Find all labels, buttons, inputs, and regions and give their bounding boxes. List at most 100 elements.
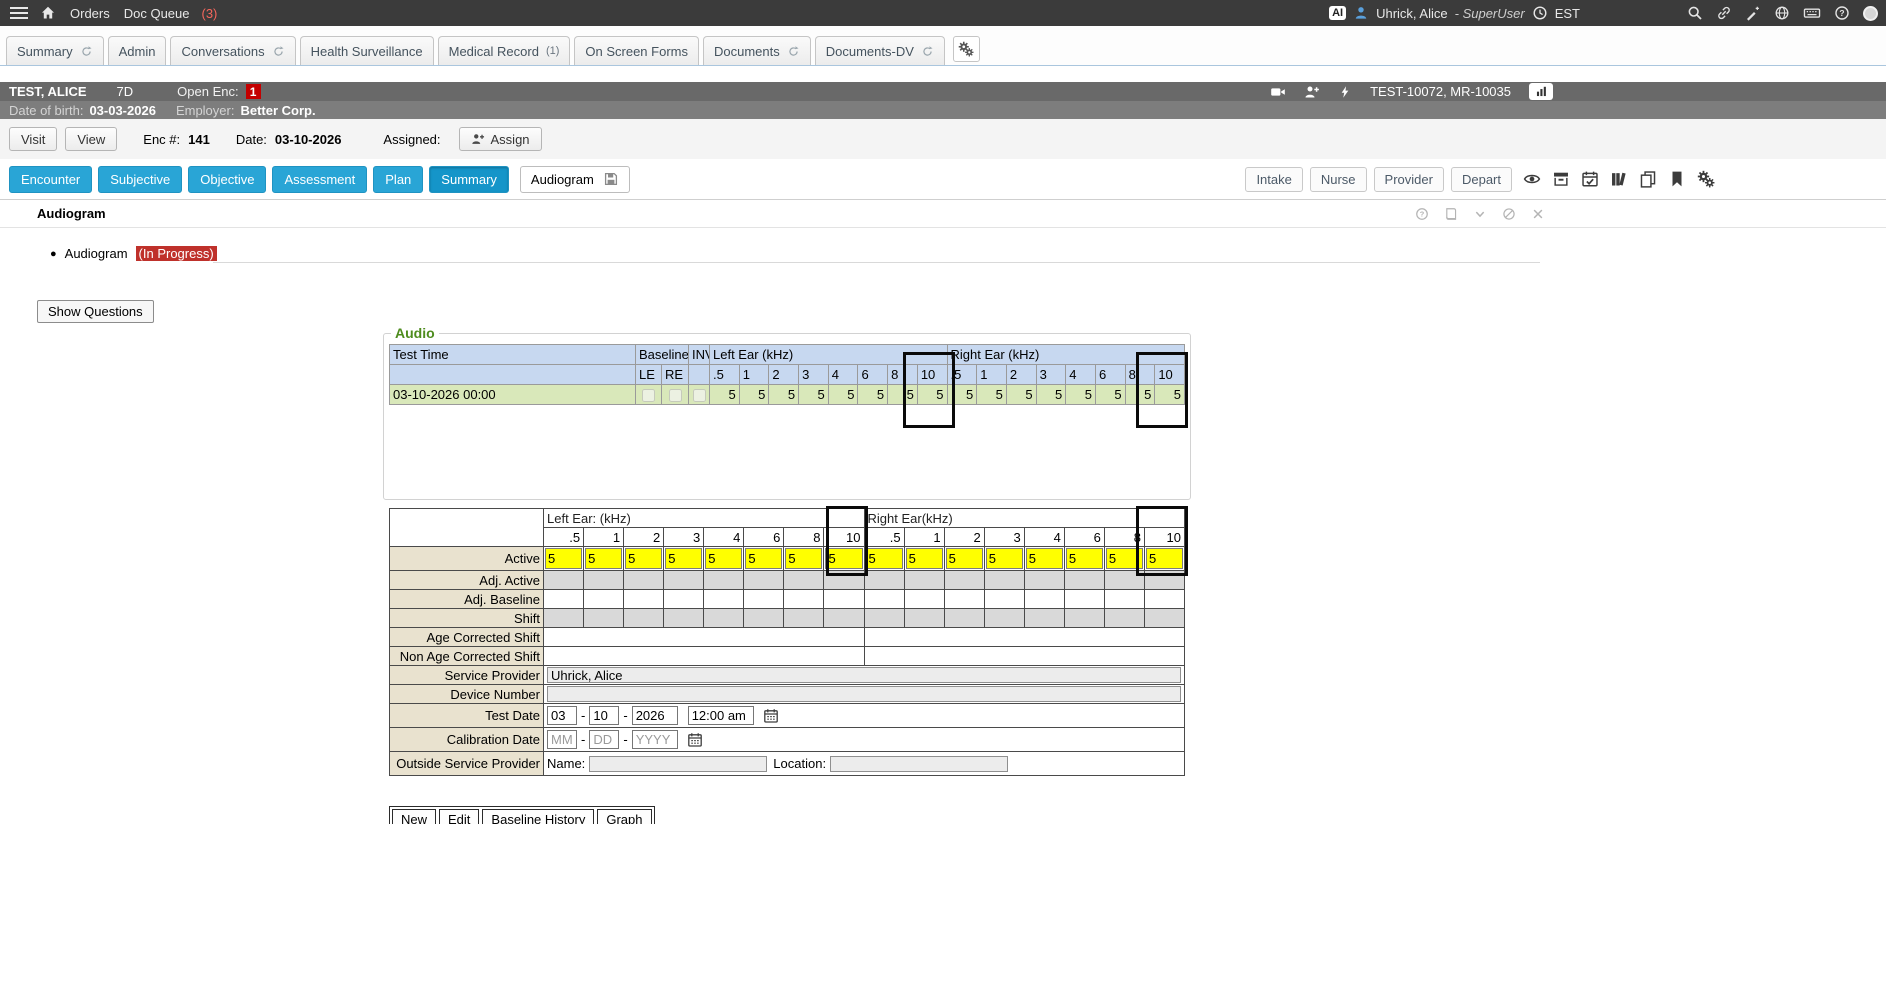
book-icon[interactable]	[1444, 207, 1458, 221]
depart-button[interactable]: Depart	[1451, 167, 1512, 192]
active-cell-input[interactable]	[705, 548, 742, 569]
freq-header: 10	[1144, 528, 1184, 547]
summary-button[interactable]: Summary	[429, 166, 509, 193]
copy-icon[interactable]	[1639, 170, 1657, 188]
refresh-icon[interactable]	[921, 45, 934, 58]
new-button[interactable]: New	[392, 809, 436, 824]
subjective-button[interactable]: Subjective	[98, 166, 182, 193]
test-time-input[interactable]	[688, 706, 754, 725]
open-enc-badge[interactable]: 1	[246, 84, 261, 99]
help-icon[interactable]: ?	[1834, 5, 1850, 21]
outside-location-input[interactable]	[830, 756, 1008, 772]
test-date-day-input[interactable]	[589, 706, 619, 725]
calendar-check-icon[interactable]	[1581, 170, 1599, 188]
active-cell-input[interactable]	[585, 548, 622, 569]
active-cell-input[interactable]	[745, 548, 782, 569]
globe-icon[interactable]	[1774, 5, 1790, 21]
intake-button[interactable]: Intake	[1245, 167, 1302, 192]
ai-badge[interactable]: AI	[1329, 6, 1346, 20]
assign-button-label: Assign	[491, 132, 530, 147]
wand-icon[interactable]	[1745, 5, 1761, 21]
audiogram-document-tab[interactable]: Audiogram	[520, 166, 630, 193]
active-cell-input[interactable]	[545, 548, 582, 569]
objective-button[interactable]: Objective	[188, 166, 266, 193]
tab-settings-button[interactable]	[953, 36, 980, 62]
active-cell-input[interactable]	[906, 548, 943, 569]
plan-button[interactable]: Plan	[373, 166, 423, 193]
bookmark-icon[interactable]	[1668, 170, 1686, 188]
active-cell-input[interactable]	[1146, 548, 1183, 569]
baseline-history-button[interactable]: Baseline History	[482, 809, 594, 824]
menu-item-orders[interactable]: Orders	[70, 6, 110, 21]
assessment-button[interactable]: Assessment	[272, 166, 367, 193]
test-date-year-input[interactable]	[632, 706, 678, 725]
calibration-month-input[interactable]	[547, 730, 577, 749]
active-cell-input[interactable]	[825, 548, 862, 569]
active-cell-input[interactable]	[1066, 548, 1103, 569]
doc-queue-count: (3)	[202, 6, 218, 21]
tab-admin[interactable]: Admin	[108, 36, 167, 65]
active-cell-input[interactable]	[1106, 548, 1143, 569]
eye-icon[interactable]	[1523, 170, 1541, 188]
video-camera-icon[interactable]	[1270, 84, 1286, 100]
device-number-field[interactable]	[547, 686, 1181, 702]
tab-documents[interactable]: Documents	[703, 36, 811, 65]
audiogram-item-link[interactable]: Audiogram	[65, 246, 128, 261]
active-cell-input[interactable]	[1026, 548, 1063, 569]
archive-icon[interactable]	[1552, 170, 1570, 188]
right-value: 5	[1066, 385, 1096, 405]
outside-name-input[interactable]	[589, 756, 767, 772]
baseline-re-checkbox[interactable]	[669, 389, 682, 402]
tab-documents-dv[interactable]: Documents-DV	[815, 36, 945, 65]
chart-button[interactable]	[1529, 83, 1553, 100]
active-cell-input[interactable]	[665, 548, 702, 569]
visit-button[interactable]: Visit	[9, 127, 57, 151]
active-cell-input[interactable]	[946, 548, 983, 569]
active-cell-input[interactable]	[625, 548, 662, 569]
bolt-icon[interactable]	[1338, 85, 1352, 99]
hamburger-menu-icon[interactable]	[8, 5, 30, 21]
refresh-icon[interactable]	[787, 45, 800, 58]
active-cell-input[interactable]	[785, 548, 822, 569]
view-button[interactable]: View	[65, 127, 117, 151]
service-provider-field[interactable]: Uhrick, Alice	[547, 667, 1181, 683]
active-cell-input[interactable]	[866, 548, 903, 569]
graph-button[interactable]: Graph	[597, 809, 651, 824]
home-icon[interactable]	[40, 5, 56, 21]
tab-on-screen-forms[interactable]: On Screen Forms	[574, 36, 699, 65]
tab-medical-record[interactable]: Medical Record(1)	[438, 36, 571, 65]
tab-summary[interactable]: Summary	[6, 36, 104, 65]
baseline-le-checkbox[interactable]	[642, 389, 655, 402]
encounter-button[interactable]: Encounter	[9, 166, 92, 193]
menu-item-doc-queue[interactable]: Doc Queue	[124, 6, 190, 21]
edit-button[interactable]: Edit	[439, 809, 479, 824]
active-cell-input[interactable]	[986, 548, 1023, 569]
show-questions-button[interactable]: Show Questions	[37, 300, 154, 323]
status-circle-icon[interactable]	[1863, 6, 1878, 21]
search-icon[interactable]	[1687, 5, 1703, 21]
gears-icon[interactable]	[1697, 170, 1715, 188]
tab-conversations[interactable]: Conversations	[170, 36, 295, 65]
provider-button[interactable]: Provider	[1374, 167, 1444, 192]
link-icon[interactable]	[1716, 5, 1732, 21]
tab-health-surveillance[interactable]: Health Surveillance	[300, 36, 434, 65]
keyboard-icon[interactable]	[1803, 4, 1821, 22]
calendar-icon[interactable]	[763, 708, 779, 724]
help-icon[interactable]: ?	[1415, 207, 1429, 221]
chevron-down-icon[interactable]	[1473, 207, 1487, 221]
calibration-year-input[interactable]	[632, 730, 678, 749]
inv-checkbox[interactable]	[693, 389, 706, 402]
nurse-button[interactable]: Nurse	[1310, 167, 1367, 192]
disable-icon[interactable]	[1502, 207, 1516, 221]
close-icon[interactable]	[1531, 207, 1545, 221]
add-person-icon[interactable]	[1304, 84, 1320, 100]
save-icon[interactable]	[603, 171, 619, 187]
test-date-month-input[interactable]	[547, 706, 577, 725]
calibration-day-input[interactable]	[589, 730, 619, 749]
refresh-icon[interactable]	[80, 45, 93, 58]
spacer	[0, 66, 1886, 82]
calendar-icon[interactable]	[687, 732, 703, 748]
refresh-icon[interactable]	[272, 45, 285, 58]
books-icon[interactable]	[1610, 170, 1628, 188]
assign-button[interactable]: Assign	[459, 127, 542, 151]
